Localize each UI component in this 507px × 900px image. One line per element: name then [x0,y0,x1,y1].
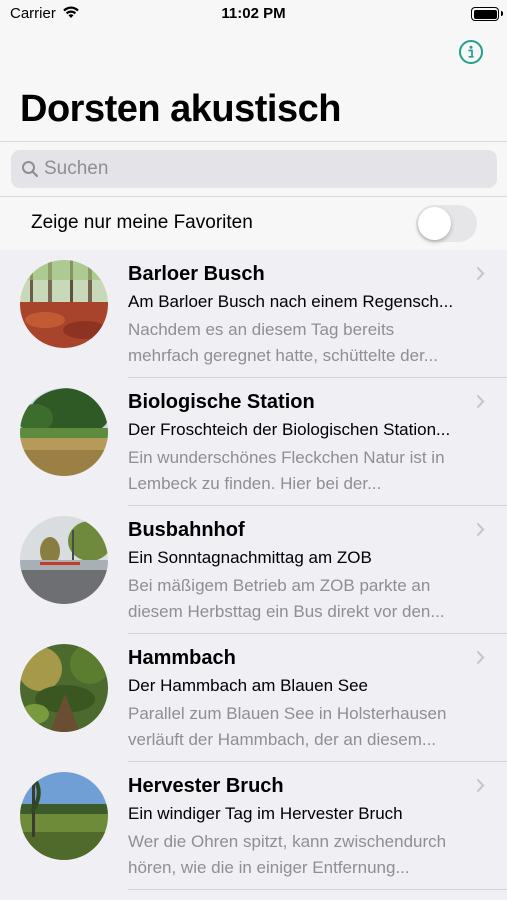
description-line: Nachdem es an diesem Tag bereits [128,320,395,339]
description-line: mehrfach geregnet hatte, schüttelte der.… [128,346,438,365]
list-item[interactable]: Busbahnhof Ein Sonntagnachmittag am ZOB … [0,506,507,634]
item-title: Busbahnhof [128,519,245,541]
page-title: Dorsten akustisch [20,88,341,130]
thumbnail-image [20,260,108,348]
item-description: Bei mäßigem Betrieb am ZOB parkte an die… [128,573,480,625]
item-subtitle: Am Barloer Busch nach einem Regensch... [128,292,454,311]
item-subtitle: Ein Sonntagnachmittag am ZOB [128,548,372,567]
description-line: Bei mäßigem Betrieb am ZOB parkte an [128,576,431,595]
item-title: Biologische Station [128,391,315,413]
item-title: Barloer Busch [128,263,265,285]
toggle-knob [418,207,451,240]
clock: 11:02 PM [221,5,286,22]
battery-icon [471,7,503,21]
description-line: Lembeck zu finden. Hier bei der... [128,474,382,493]
item-subtitle: Der Hammbach am Blauen See [128,676,369,695]
search-bar[interactable] [11,150,497,188]
thumbnail-image [20,644,108,732]
chevron-right-icon [476,650,485,665]
favorites-toggle[interactable] [416,205,477,242]
item-title: Hammbach [128,647,236,669]
list-item[interactable]: Hervester Bruch Ein windiger Tag im Herv… [0,762,507,890]
location-list: Barloer Busch Am Barloer Busch nach eine… [0,250,507,890]
description-line: hören, wie die in einiger Entfernung... [128,858,410,877]
item-description: Wer die Ohren spitzt, kann zwischendurch… [128,829,480,881]
description-line: verläuft der Hammbach, der an diesem... [128,730,437,749]
item-subtitle: Der Froschteich der Biologischen Station… [128,420,451,439]
description-line: Ein wunderschönes Fleckchen Natur ist in [128,448,445,467]
info-button[interactable] [459,40,483,64]
navigation-bar: Dorsten akustisch [0,30,507,142]
chevron-right-icon [476,394,485,409]
description-line: diesem Herbsttag ein Bus direkt vor den.… [128,602,445,621]
list-item[interactable]: Biologische Station Der Froschteich der … [0,378,507,506]
item-description: Ein wunderschönes Fleckchen Natur ist in… [128,445,480,497]
search-input[interactable] [44,150,484,188]
favorites-row: Zeige nur meine Favoriten [0,197,507,250]
list-item[interactable]: Barloer Busch Am Barloer Busch nach eine… [0,250,507,378]
thumbnail-image [20,772,108,860]
chevron-right-icon [476,522,485,537]
chevron-right-icon [476,266,485,281]
status-bar: Carrier 11:02 PM [0,0,507,30]
row-divider [128,889,507,890]
favorites-label: Zeige nur meine Favoriten [31,212,253,233]
search-section [0,142,507,196]
item-description: Parallel zum Blauen See in Holsterhausen… [128,701,480,753]
item-title: Hervester Bruch [128,775,284,797]
thumbnail-image [20,388,108,476]
search-icon [21,160,39,183]
thumbnail-image [20,516,108,604]
info-circle-icon [468,45,474,58]
list-item[interactable]: Hammbach Der Hammbach am Blauen See Para… [0,634,507,762]
description-line: Wer die Ohren spitzt, kann zwischendurch [128,832,447,851]
description-line: Parallel zum Blauen See in Holsterhausen [128,704,447,723]
item-description: Nachdem es an diesem Tag bereits mehrfac… [128,317,480,369]
chevron-right-icon [476,778,485,793]
item-subtitle: Ein windiger Tag im Hervester Bruch [128,804,403,823]
